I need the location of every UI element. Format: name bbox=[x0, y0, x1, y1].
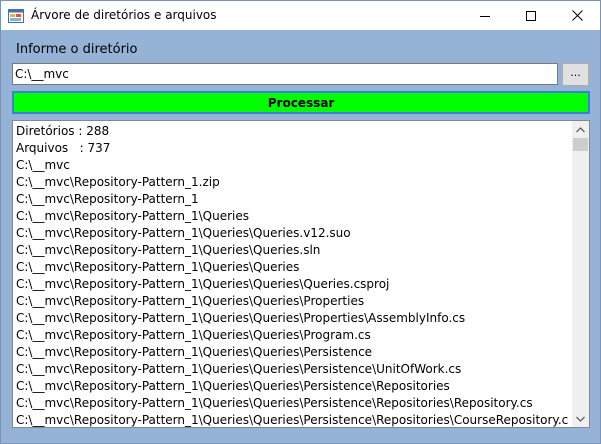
list-item[interactable]: C:\__mvc\Repository-Pattern_1\Queries\Qu… bbox=[16, 276, 568, 293]
list-item[interactable]: C:\__mvc\Repository-Pattern_1\Queries\Qu… bbox=[16, 242, 568, 259]
list-item[interactable]: C:\__mvc\Repository-Pattern_1\Queries\Qu… bbox=[16, 361, 568, 378]
chevron-up-icon bbox=[576, 126, 585, 132]
minimize-button[interactable] bbox=[462, 1, 508, 30]
app-icon[interactable] bbox=[8, 8, 24, 23]
title-bar[interactable]: Árvore de diretórios e arquivos bbox=[1, 1, 600, 30]
close-icon bbox=[571, 10, 583, 21]
list-item[interactable]: C:\__mvc\Repository-Pattern_1\Queries\Qu… bbox=[16, 259, 568, 276]
browse-button[interactable]: ... bbox=[562, 63, 589, 86]
output-listbox[interactable]: Diretórios : 288 Arquivos : 737 C:\__mvc C:… bbox=[12, 120, 590, 428]
main-window: Árvore de diretórios e arquivos Informe … bbox=[0, 0, 601, 444]
list-item[interactable]: C:\__mvc\Repository-Pattern_1\Queries\Qu… bbox=[16, 395, 568, 412]
list-item[interactable]: Diretórios : 288 bbox=[16, 123, 568, 140]
output-lines: Diretórios : 288 Arquivos : 737 C:\__mvc C:… bbox=[16, 123, 568, 427]
list-item[interactable]: C:\__mvc\Repository-Pattern_1\Queries\Qu… bbox=[16, 225, 568, 242]
list-item[interactable]: C:\__mvc\Repository-Pattern_1\Queries\Qu… bbox=[16, 293, 568, 310]
directory-label: Informe o diretório bbox=[16, 42, 138, 57]
minimize-icon bbox=[480, 15, 490, 17]
list-item[interactable]: C:\__mvc\Repository-Pattern_1\Queries bbox=[16, 208, 568, 225]
chevron-down-icon bbox=[576, 416, 585, 422]
list-item[interactable]: C:\__mvc bbox=[16, 157, 568, 174]
list-item[interactable]: Arquivos : 737 bbox=[16, 140, 568, 157]
scrollbar-thumb[interactable] bbox=[573, 138, 588, 151]
list-item[interactable]: C:\__mvc\Repository-Pattern_1 bbox=[16, 191, 568, 208]
list-item[interactable]: C:\__mvc\Repository-Pattern_1\Queries\Qu… bbox=[16, 327, 568, 344]
list-item[interactable]: C:\__mvc\Repository-Pattern_1\Queries\Qu… bbox=[16, 310, 568, 327]
directory-input[interactable] bbox=[12, 63, 558, 85]
window-title: Árvore de diretórios e arquivos bbox=[31, 8, 217, 22]
scroll-up-button[interactable] bbox=[572, 121, 589, 138]
list-item[interactable]: C:\__mvc\Repository-Pattern_1.zip bbox=[16, 174, 568, 191]
list-item[interactable]: C:\__mvc\Repository-Pattern_1\Queries\Qu… bbox=[16, 344, 568, 361]
scroll-down-button[interactable] bbox=[572, 410, 589, 427]
vertical-scrollbar[interactable] bbox=[572, 121, 589, 427]
list-item[interactable]: C:\__mvc\Repository-Pattern_1\Queries\Qu… bbox=[16, 378, 568, 395]
maximize-icon bbox=[526, 10, 536, 21]
maximize-button[interactable] bbox=[508, 1, 554, 30]
close-button[interactable] bbox=[554, 1, 600, 30]
list-item[interactable]: C:\__mvc\Repository-Pattern_1\Queries\Qu… bbox=[16, 412, 568, 427]
process-button[interactable]: Processar bbox=[12, 91, 590, 114]
